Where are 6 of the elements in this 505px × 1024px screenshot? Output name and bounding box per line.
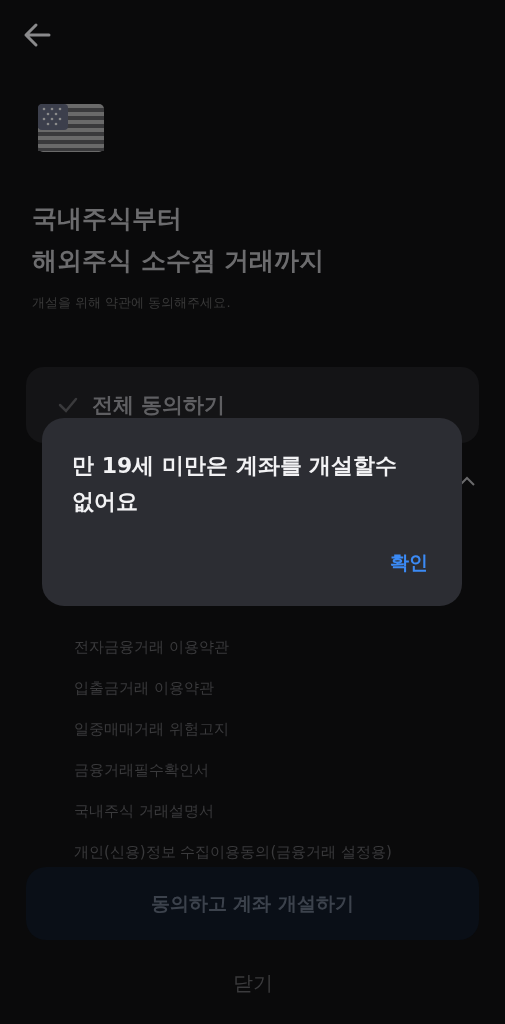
title-line: 국내주식부터	[32, 203, 182, 235]
dialog-message: 만 19세 미만은 계좌를 개설할수 없어요	[72, 452, 399, 516]
title-line: 해외주식 소수점 거래까지	[32, 245, 325, 277]
chevron-icon[interactable]	[459, 476, 475, 486]
flag-icon	[38, 104, 104, 152]
confirm-button[interactable]: 확인	[386, 546, 432, 580]
